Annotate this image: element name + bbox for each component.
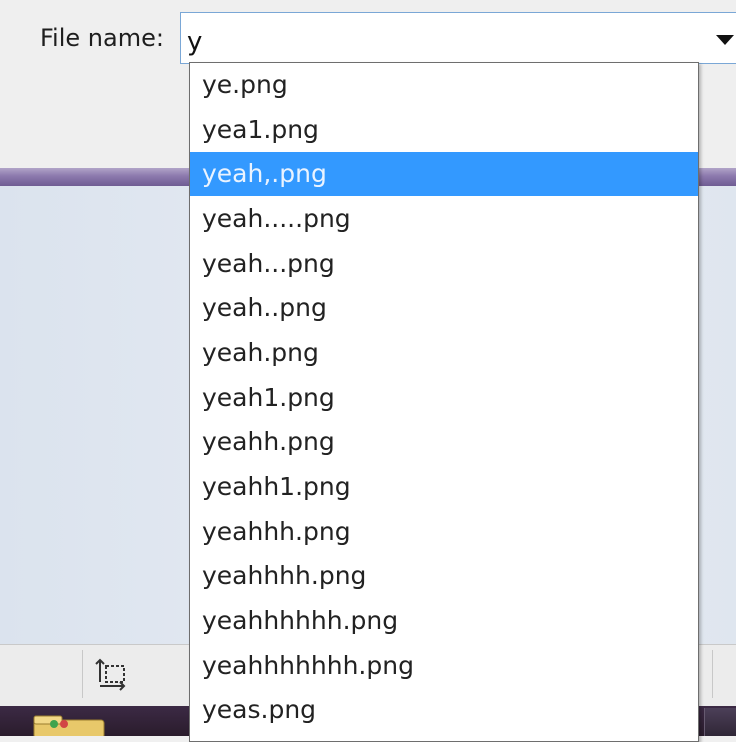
- autocomplete-item-selected[interactable]: yeah,.png: [190, 152, 698, 196]
- autocomplete-item[interactable]: yeahh.png: [190, 420, 698, 464]
- autocomplete-item[interactable]: yeahhhhhh.png: [190, 599, 698, 643]
- toolbar-separator: [82, 650, 83, 698]
- file-name-label: File name:: [40, 24, 164, 52]
- autocomplete-item[interactable]: yeahh1.png: [190, 465, 698, 509]
- autocomplete-item[interactable]: yeas.png: [190, 688, 698, 732]
- autocomplete-item[interactable]: yeah..png: [190, 286, 698, 330]
- autocomplete-item[interactable]: yeah1.png: [190, 376, 698, 420]
- folder-icon[interactable]: [30, 712, 108, 736]
- dropdown-arrow-icon[interactable]: [716, 35, 734, 45]
- autocomplete-item[interactable]: yeah...png: [190, 242, 698, 286]
- autocomplete-item[interactable]: yeahhhhhhh.png: [190, 644, 698, 688]
- autocomplete-item[interactable]: yeah.....png: [190, 197, 698, 241]
- autocomplete-item[interactable]: yeahhh.png: [190, 510, 698, 554]
- autocomplete-dropdown[interactable]: ye.png yea1.png yeah,.png yeah.....png y…: [189, 62, 699, 742]
- autocomplete-item[interactable]: yea1.png: [190, 108, 698, 152]
- autocomplete-item[interactable]: ye.png: [190, 63, 698, 107]
- select-region-icon[interactable]: [94, 656, 130, 692]
- toolbar-separator: [712, 650, 713, 698]
- taskbar-button-icon[interactable]: [704, 708, 736, 736]
- file-name-input[interactable]: y: [187, 27, 202, 57]
- autocomplete-item[interactable]: yeah.png: [190, 331, 698, 375]
- file-name-combobox[interactable]: y: [180, 12, 736, 64]
- autocomplete-item[interactable]: yeahhhh.png: [190, 554, 698, 598]
